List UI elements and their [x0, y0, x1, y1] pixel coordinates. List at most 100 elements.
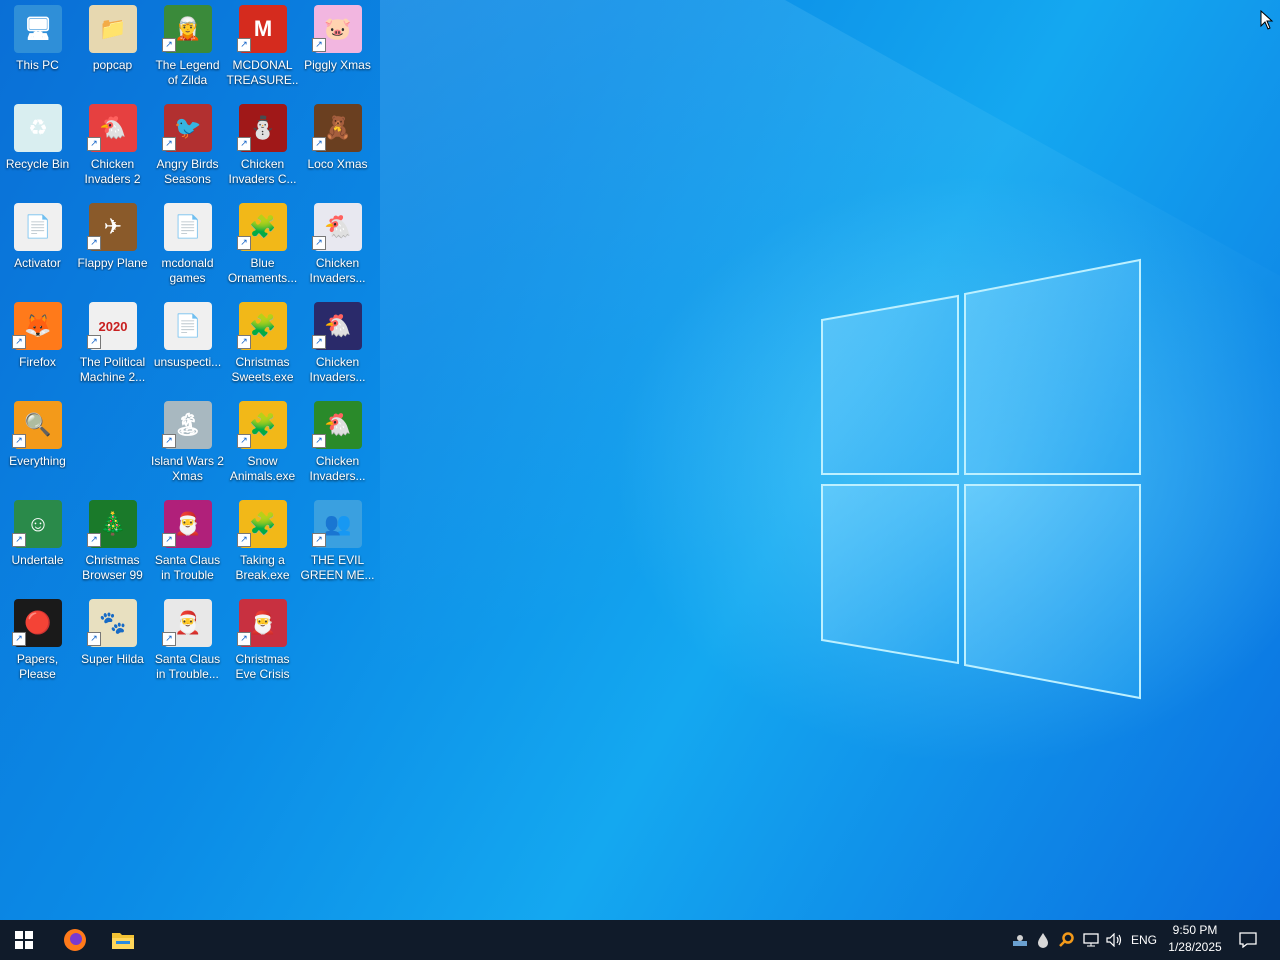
- shortcut-arrow-icon: ↗: [162, 533, 176, 547]
- desktop-icon[interactable]: 🐔 ↗ Chicken Invaders 2: [75, 99, 150, 195]
- desktop-icon-label: Blue Ornaments...: [227, 256, 298, 285]
- desktop-icon[interactable]: ☺ ↗ Undertale: [0, 495, 75, 591]
- desktop-icon-label: mcdonald games: [161, 256, 214, 285]
- network-icon: [1083, 933, 1099, 947]
- desktop-icon[interactable]: 🎄 ↗ Christmas Browser 99: [75, 495, 150, 591]
- recycle-bin-icon: ♻: [14, 104, 62, 152]
- clock-time: 9:50 PM: [1172, 923, 1218, 937]
- wallpaper-light-beam: [380, 0, 1280, 920]
- shortcut-arrow-icon: ↗: [12, 335, 26, 349]
- desktop-icon[interactable]: 🔴 ↗ Papers, Please: [0, 594, 75, 690]
- desktop-icon-label: Activator: [14, 256, 61, 270]
- desktop-icon-label: This PC: [16, 58, 59, 72]
- desktop-icon[interactable]: 2020 ↗ The Political Machine 2...: [75, 297, 150, 393]
- shortcut-arrow-icon: ↗: [237, 434, 251, 448]
- volume-tray[interactable]: [1104, 920, 1126, 960]
- network-user-tray[interactable]: [1010, 920, 1030, 960]
- desktop-icon-label: Super Hilda: [81, 652, 144, 666]
- desktop-icon[interactable]: 📄 Activator: [0, 198, 75, 294]
- everything-tray[interactable]: [1056, 920, 1076, 960]
- desktop-icon[interactable]: M↗MCDONAL TREASURE...: [225, 0, 300, 96]
- desktop-icon-label: Chicken Invaders...: [309, 454, 366, 483]
- shortcut-arrow-icon: ↗: [87, 236, 101, 250]
- desktop-icon-label: Christmas Browser 99: [82, 553, 143, 582]
- shortcut-arrow-icon: ↗: [312, 533, 326, 547]
- desktop-icon-label: Everything: [9, 454, 66, 468]
- shortcut-arrow-icon: ↗: [312, 236, 326, 250]
- desktop-icon[interactable]: 📁 popcap: [75, 0, 150, 96]
- shortcut-arrow-icon: ↗: [12, 434, 26, 448]
- desktop-icon[interactable]: 🧩 ↗ Blue Ornaments...: [225, 198, 300, 294]
- shortcut-arrow-icon: ↗: [162, 38, 176, 52]
- desktop-icon[interactable]: 🧩 ↗ Snow Animals.exe: [225, 396, 300, 492]
- desktop-icon[interactable]: 🧸 ↗ Loco Xmas: [300, 99, 375, 195]
- desktop-icon[interactable]: 🐔 ↗ Chicken Invaders...: [300, 297, 375, 393]
- desktop-icon[interactable]: ♻ Recycle Bin: [0, 99, 75, 195]
- desktop-icon[interactable]: 🖥 This PC: [0, 0, 75, 96]
- desktop-icon[interactable]: 🧩 ↗ Christmas Sweets.exe: [225, 297, 300, 393]
- desktop-icon[interactable]: 🐾 ↗ Super Hilda: [75, 594, 150, 690]
- desktop-icon-label: Flappy Plane: [77, 256, 148, 270]
- desktop-icon[interactable]: 🐷 ↗ Piggly Xmas: [300, 0, 375, 96]
- shortcut-arrow-icon: ↗: [12, 632, 26, 646]
- shortcut-arrow-icon: ↗: [87, 632, 101, 646]
- shortcut-arrow-icon: ↗: [162, 434, 176, 448]
- desktop-icon-label: Chicken Invaders...: [309, 256, 366, 285]
- shortcut-arrow-icon: ↗: [237, 533, 251, 547]
- desktop-icon-label: THE EVIL GREEN ME...: [300, 553, 375, 582]
- desktop-icon[interactable]: 🔍 ↗ Everything: [0, 396, 75, 492]
- desktop-icon[interactable]: 📄 mcdonald games: [150, 198, 225, 294]
- desktop-icon-label: Santa Claus in Trouble...: [154, 652, 221, 681]
- folder-icon: 📁: [89, 5, 137, 53]
- desktop-icon-label: Recycle Bin: [5, 157, 70, 171]
- desktop-icon-label: Angry Birds Seasons: [156, 157, 219, 186]
- desktop[interactable]: 🖥 This PC 📁 popcap 🧝 ↗ The Legend of Zilda M ↗ MC…: [0, 0, 1280, 920]
- desktop-icon-label: Piggly Xmas: [304, 58, 371, 72]
- desktop-icon[interactable]: ⛄ ↗ Chicken Invaders C...: [225, 99, 300, 195]
- desktop-icon-label: Taking a Break.exe: [235, 553, 290, 582]
- this-pc-icon: 🖥: [14, 5, 62, 53]
- shortcut-arrow-icon: ↗: [237, 137, 251, 151]
- desktop-icon[interactable]: 📄 unsuspecti...: [150, 297, 225, 393]
- firefox-taskbar-icon: [64, 929, 86, 951]
- desktop-icon-label: Loco Xmas: [307, 157, 368, 171]
- firefox-taskbar-button[interactable]: [51, 920, 99, 960]
- water-drop-tray[interactable]: [1034, 920, 1052, 960]
- desktop-icon[interactable]: 🏝 ↗ Island Wars 2 Xmas: [150, 396, 225, 492]
- desktop-icon-label: Island Wars 2 Xmas: [151, 454, 224, 483]
- taskbar: ENG 9:50 PM 1/28/2025: [0, 920, 1280, 960]
- shortcut-arrow-icon: ↗: [12, 533, 26, 547]
- shortcut-arrow-icon: ↗: [237, 236, 251, 250]
- desktop-icon-label: popcap: [92, 58, 133, 72]
- desktop-icon[interactable]: 👥 ↗ THE EVIL GREEN ME...: [300, 495, 375, 591]
- desktop-icon[interactable]: ✈ ↗ Flappy Plane: [75, 198, 150, 294]
- desktop-icon[interactable]: 🎅 ↗ Santa Claus in Trouble: [150, 495, 225, 591]
- water-drop-icon: [1038, 933, 1048, 948]
- desktop-icon[interactable]: 🐔 ↗ Chicken Invaders...: [300, 198, 375, 294]
- desktop-icon-label: Christmas Eve Crisis: [235, 652, 290, 681]
- desktop-icon[interactable]: 🧩 ↗ Taking a Break.exe: [225, 495, 300, 591]
- desktop-icon[interactable]: 🎅 ↗ Santa Claus in Trouble...: [150, 594, 225, 690]
- desktop-icon[interactable]: 🐦 ↗ Angry Birds Seasons: [150, 99, 225, 195]
- desktop-icon[interactable]: 🐔 ↗ Chicken Invaders...: [300, 396, 375, 492]
- language-indicator[interactable]: ENG: [1128, 920, 1160, 960]
- notification-center-button[interactable]: [1234, 920, 1262, 960]
- desktop-icon[interactable]: 🦊 ↗ Firefox: [0, 297, 75, 393]
- desktop-icon-label: Santa Claus in Trouble: [154, 553, 221, 582]
- desktop-icon[interactable]: 🎅 ↗ Christmas Eve Crisis: [225, 594, 300, 690]
- desktop-icon-label: unsuspecti...: [153, 355, 222, 369]
- file-explorer-taskbar-button[interactable]: [99, 920, 147, 960]
- network-user-icon: [1013, 935, 1027, 946]
- shortcut-arrow-icon: ↗: [162, 632, 176, 646]
- desktop-icon-label: MCDONAL TREASURE...: [226, 58, 299, 90]
- network-tray[interactable]: [1080, 920, 1102, 960]
- desktop-icon-label: Undertale: [11, 553, 64, 567]
- taskbar-clock[interactable]: 9:50 PM 1/28/2025: [1158, 922, 1232, 958]
- desktop-icon[interactable]: 🧝 ↗ The Legend of Zilda: [150, 0, 225, 96]
- desktop-icon-label: Snow Animals.exe: [229, 454, 296, 483]
- desktop-icon-label: Firefox: [19, 355, 56, 369]
- start-button[interactable]: [0, 920, 48, 960]
- desktop-icon-label: Christmas Sweets.exe: [231, 355, 294, 384]
- shortcut-arrow-icon: ↗: [87, 137, 101, 151]
- file-explorer-icon: [112, 933, 134, 949]
